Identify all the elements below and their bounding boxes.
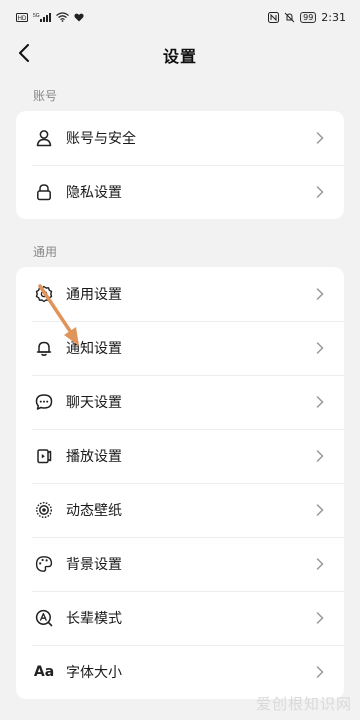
chevron-right-icon: [314, 342, 326, 354]
chevron-right-icon: [314, 612, 326, 624]
header: 设置: [0, 34, 360, 76]
wifi-icon: [56, 12, 69, 22]
status-bar: HD 5G 99 2:31: [0, 0, 360, 34]
chat-bubble-icon: [34, 392, 54, 412]
row-privacy-settings[interactable]: 隐私设置: [16, 165, 344, 219]
gear-icon: [34, 284, 54, 304]
page-title: 设置: [162, 47, 197, 66]
status-bar-right: 99 2:31: [268, 11, 346, 24]
row-label: 字体大小: [66, 665, 122, 681]
row-account-security[interactable]: 账号与安全: [16, 111, 344, 165]
row-label: 动态壁纸: [66, 503, 122, 519]
row-label: 背景设置: [66, 557, 122, 573]
chevron-right-icon: [314, 504, 326, 516]
row-notification-settings[interactable]: 通知设置: [16, 321, 344, 375]
general-card: 通用设置 通知设置 聊天设置 播放设置 动态壁纸 背景设置 长辈模式 Aa 字体…: [16, 267, 344, 699]
chevron-right-icon: [314, 450, 326, 462]
battery-icon: 99: [300, 11, 317, 23]
watermark: 爱创根知识网: [255, 695, 352, 713]
bell-icon: [34, 338, 54, 358]
lock-icon: [34, 182, 54, 202]
nfc-icon: [268, 11, 280, 23]
row-label: 长辈模式: [66, 611, 122, 627]
chevron-right-icon: [314, 396, 326, 408]
row-font-size[interactable]: Aa 字体大小: [16, 645, 344, 699]
chevron-left-icon: [18, 44, 30, 66]
row-label: 账号与安全: [66, 131, 136, 147]
row-live-wallpaper[interactable]: 动态壁纸: [16, 483, 344, 537]
back-button[interactable]: [10, 41, 38, 69]
chevron-right-icon: [314, 132, 326, 144]
play-settings-icon: [34, 446, 54, 466]
row-label: 通用设置: [66, 287, 122, 303]
row-label: 聊天设置: [66, 395, 122, 411]
palette-icon: [34, 554, 54, 574]
svg-text:HD: HD: [18, 16, 27, 22]
row-elder-mode[interactable]: 长辈模式: [16, 591, 344, 645]
row-label: 播放设置: [66, 449, 122, 465]
elder-mode-icon: [34, 608, 54, 628]
row-label: 通知设置: [66, 341, 122, 357]
mute-icon: [284, 12, 295, 23]
clock: 2:31: [321, 10, 346, 24]
account-card: 账号与安全 隐私设置: [16, 111, 344, 219]
font-size-icon: Aa: [33, 664, 55, 680]
chevron-right-icon: [314, 186, 326, 198]
section-label-account: 账号: [33, 89, 58, 103]
chevron-right-icon: [314, 558, 326, 570]
chevron-right-icon: [314, 666, 326, 678]
svg-text:5G: 5G: [33, 13, 40, 19]
chevron-right-icon: [314, 288, 326, 300]
status-bar-left: HD 5G: [16, 12, 84, 23]
row-label: 隐私设置: [66, 185, 122, 201]
row-playback-settings[interactable]: 播放设置: [16, 429, 344, 483]
section-label-general: 通用: [33, 245, 58, 259]
signal-icon: 5G: [33, 12, 51, 23]
row-general-settings[interactable]: 通用设置: [16, 267, 344, 321]
heart-icon: [74, 13, 84, 22]
person-icon: [34, 128, 54, 148]
live-wallpaper-icon: [34, 500, 54, 520]
row-background-settings[interactable]: 背景设置: [16, 537, 344, 591]
row-chat-settings[interactable]: 聊天设置: [16, 375, 344, 429]
hd-badge-icon: HD: [16, 12, 28, 22]
